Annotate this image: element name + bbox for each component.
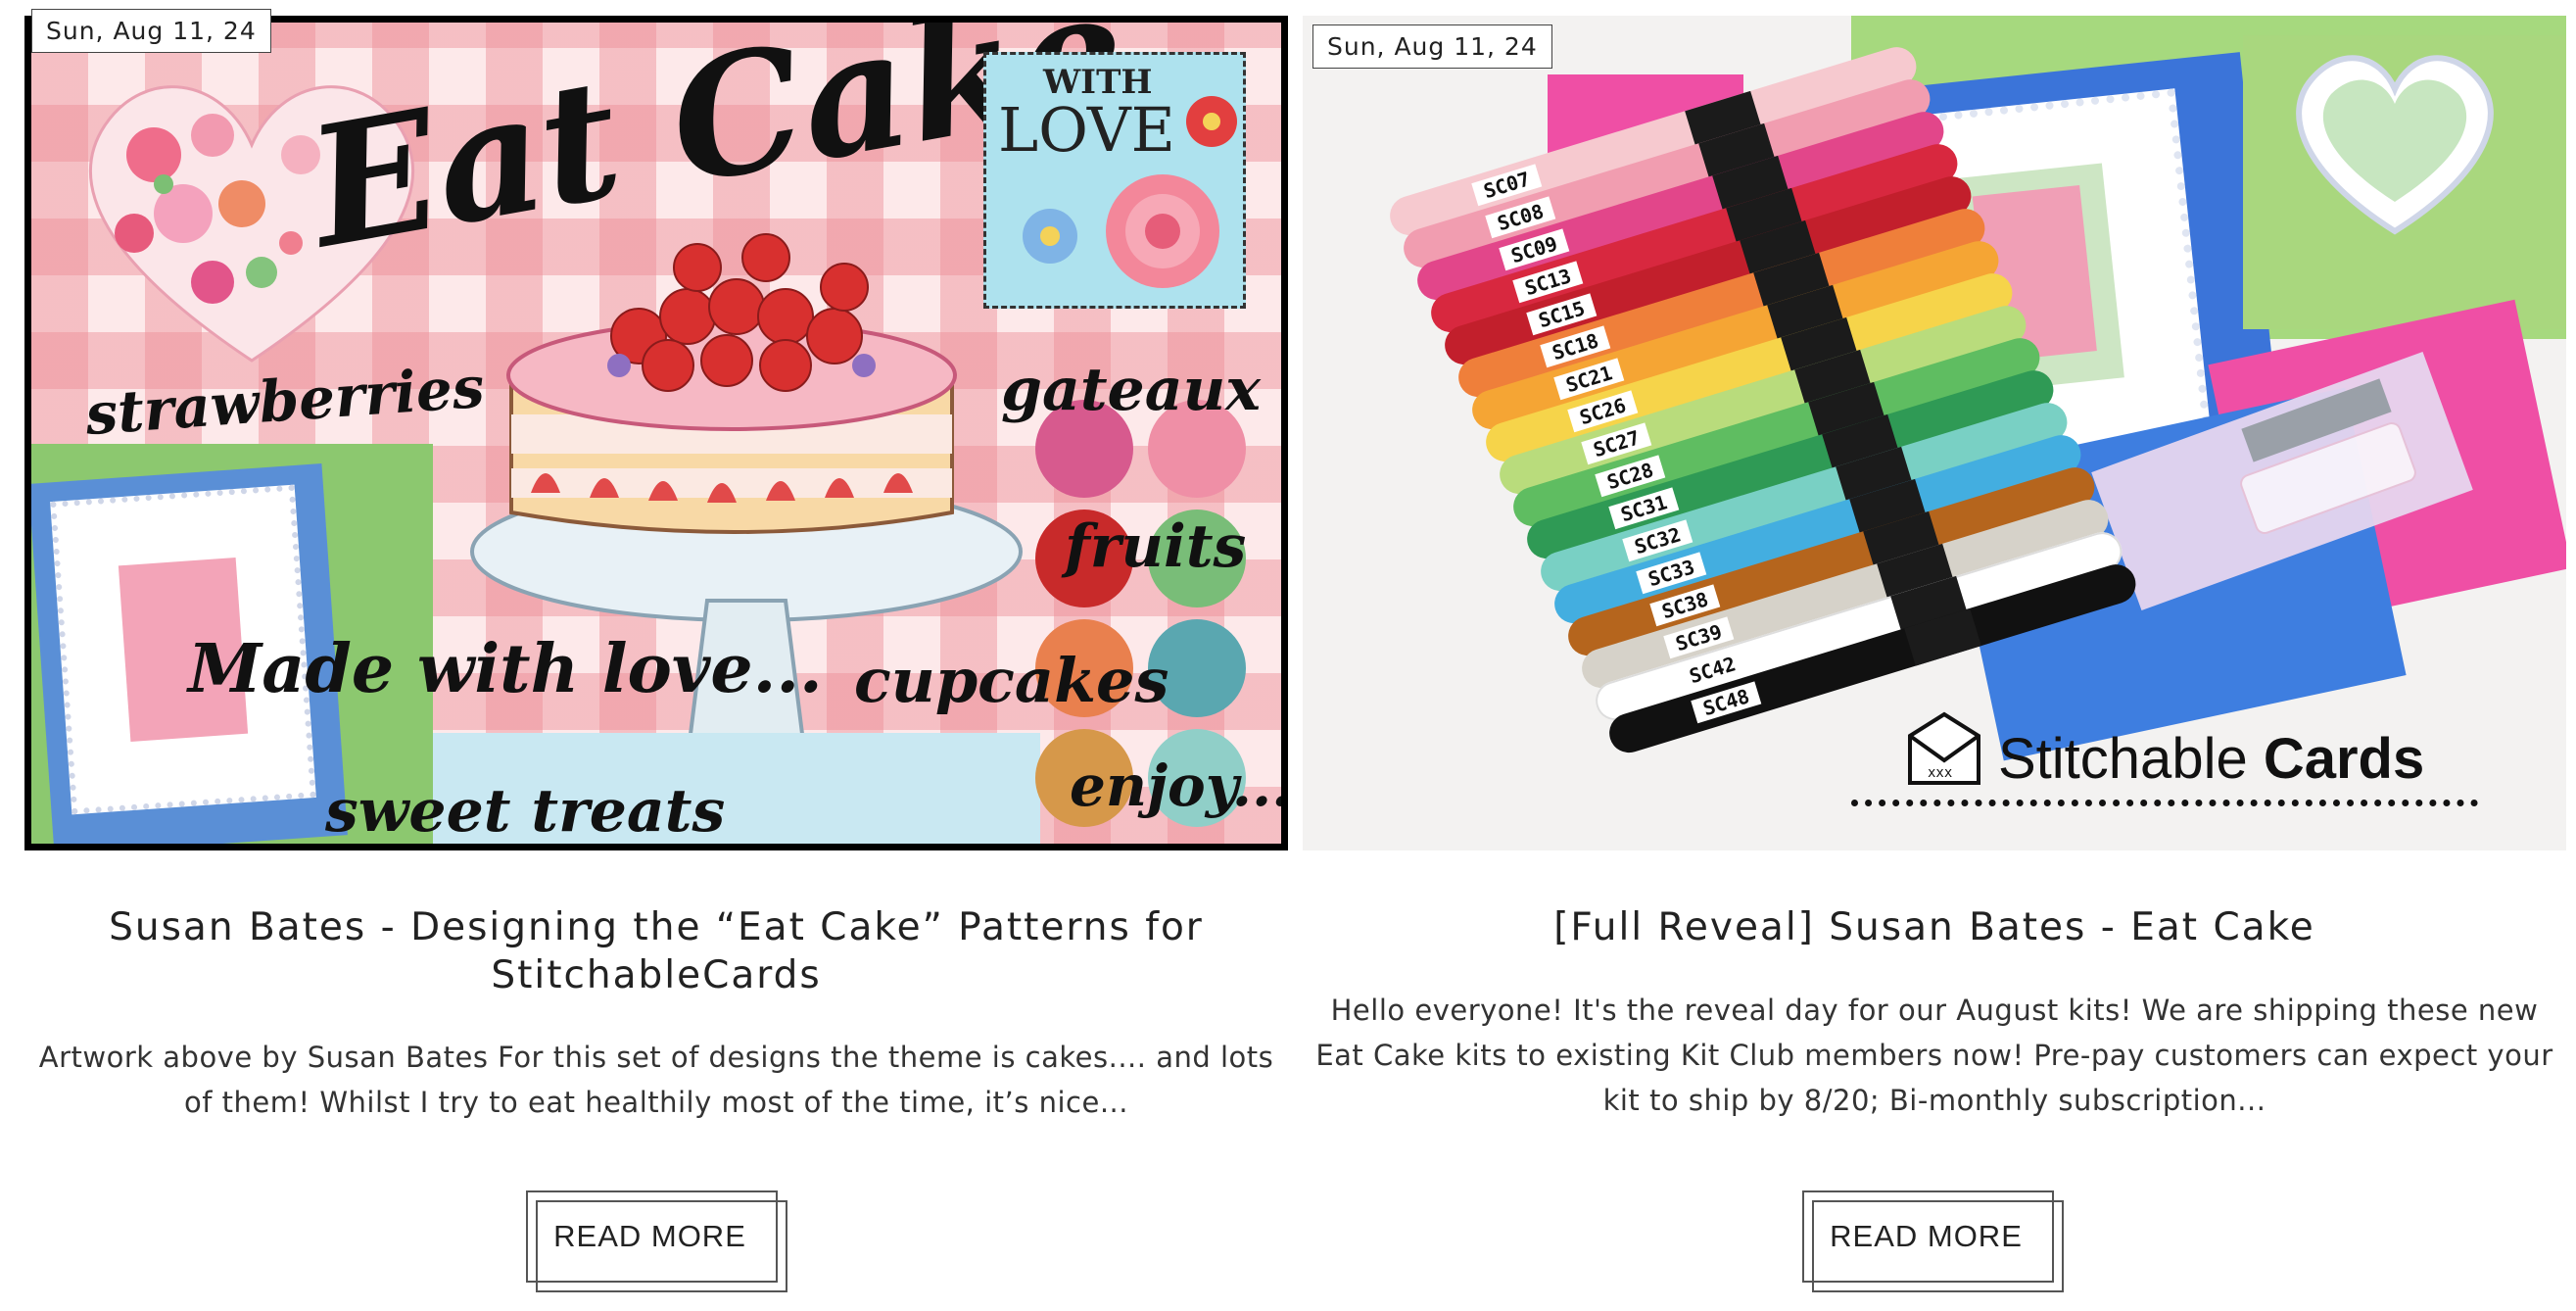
heart-icon — [2296, 55, 2494, 235]
blog-card: SC07 SC08 SC09 SC13 SC15 SC18 SC21 SC26 SC27 SC28… — [1303, 0, 2566, 1311]
svg-text:xxx: xxx — [1928, 765, 1952, 781]
word-fruits: fruits — [1065, 512, 1247, 581]
brand-logo: xxx Stitchable Cards — [1851, 706, 2478, 814]
blog-card: Eat Cake WITH LOVE strawberries gateaux … — [24, 0, 1288, 1311]
brand-bold: Cards — [2263, 727, 2425, 791]
post-title[interactable]: Susan Bates - Designing the “Eat Cake” P… — [24, 903, 1288, 999]
brand-wordmark: Stitchable Cards — [1998, 726, 2424, 792]
post-date: Sun, Aug 11, 24 — [31, 9, 271, 53]
read-more-button[interactable]: READ MORE — [526, 1190, 774, 1283]
envelope-logo-icon: xxx — [1908, 711, 1980, 785]
post-date: Sun, Aug 11, 24 — [1312, 24, 1552, 69]
read-more-wrapper: READ MORE — [526, 1190, 787, 1292]
word-enjoy: enjoy... — [1070, 753, 1288, 819]
word-sweet-treats: sweet treats — [325, 777, 726, 846]
brand-light: Stitchable — [1998, 727, 2248, 791]
post-title[interactable]: [Full Reveal] Susan Bates - Eat Cake — [1303, 903, 2566, 951]
read-more-button[interactable]: READ MORE — [1802, 1190, 2050, 1283]
badge-love-text: LOVE — [998, 94, 1175, 166]
red-flower-icon — [1186, 96, 1237, 147]
post-image[interactable]: SC07 SC08 SC09 SC13 SC15 SC18 SC21 SC26 SC27 SC28… — [1303, 16, 2566, 850]
word-made-with-love: Made with love... — [188, 630, 823, 708]
word-cupcakes: cupcakes — [854, 645, 1169, 716]
rose-icon — [1106, 174, 1219, 288]
post-excerpt: Artwork above by Susan Bates For this se… — [38, 1041, 1274, 1119]
post-excerpt: Hello everyone! It's the reveal day for … — [1315, 994, 2553, 1117]
dotted-underline — [1851, 800, 2478, 806]
word-gateaux: gateaux — [1001, 356, 1261, 424]
post-image[interactable]: Eat Cake WITH LOVE strawberries gateaux … — [24, 16, 1288, 850]
read-more-wrapper: READ MORE — [1802, 1190, 2064, 1292]
